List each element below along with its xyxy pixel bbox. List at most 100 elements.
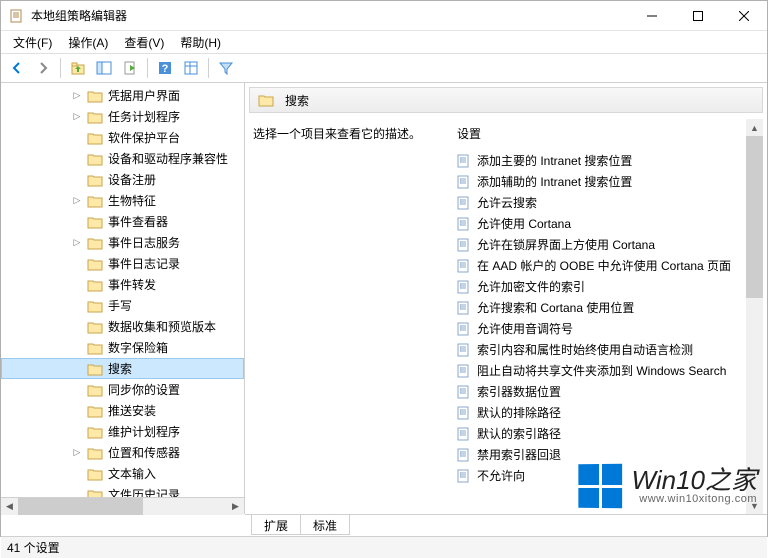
statusbar: 41 个设置 xyxy=(1,536,767,558)
tree-item[interactable]: 搜索 xyxy=(1,358,244,379)
chevron-right-icon[interactable]: ▷ xyxy=(71,90,83,102)
chevron-right-icon[interactable]: ▷ xyxy=(71,195,83,207)
setting-item[interactable]: 允许在锁屏界面上方使用 Cortana xyxy=(449,234,763,255)
folder-icon xyxy=(87,467,103,481)
setting-item[interactable]: 添加主要的 Intranet 搜索位置 xyxy=(449,150,763,171)
tree-item[interactable]: 维护计划程序 xyxy=(1,421,244,442)
setting-item[interactable]: 阻止自动将共享文件夹添加到 Windows Search xyxy=(449,360,763,381)
menu-file[interactable]: 文件(F) xyxy=(5,32,60,53)
scroll-up-icon[interactable]: ▲ xyxy=(746,119,763,136)
tree-item[interactable]: ▷ 生物特征 xyxy=(1,190,244,211)
setting-item[interactable]: 索引器数据位置 xyxy=(449,381,763,402)
setting-item[interactable]: 索引内容和属性时始终使用自动语言检测 xyxy=(449,339,763,360)
tab-extended[interactable]: 扩展 xyxy=(251,515,301,535)
scroll-left-icon[interactable]: ◀ xyxy=(1,498,18,515)
scroll-thumb[interactable] xyxy=(746,136,763,298)
settings-list: 添加主要的 Intranet 搜索位置添加辅助的 Intranet 搜索位置允许… xyxy=(449,150,763,514)
titlebar: 本地组策略编辑器 xyxy=(1,1,767,31)
export-button[interactable] xyxy=(118,56,142,80)
tree-item-label: 生物特征 xyxy=(108,192,156,209)
setting-item[interactable]: 允许加密文件的索引 xyxy=(449,276,763,297)
scroll-down-icon[interactable]: ▼ xyxy=(746,497,763,514)
tree-item[interactable]: 设备注册 xyxy=(1,169,244,190)
chevron-right-icon[interactable]: ▷ xyxy=(71,447,83,459)
maximize-button[interactable] xyxy=(675,1,721,31)
setting-item[interactable]: 默认的索引路径 xyxy=(449,423,763,444)
policy-icon xyxy=(457,238,471,252)
scroll-thumb[interactable] xyxy=(18,498,143,515)
menu-help[interactable]: 帮助(H) xyxy=(172,32,229,53)
folder-icon xyxy=(87,110,103,124)
tree-item[interactable]: 数据收集和预览版本 xyxy=(1,316,244,337)
forward-button[interactable] xyxy=(31,56,55,80)
tree-item[interactable]: 数字保险箱 xyxy=(1,337,244,358)
folder-icon xyxy=(87,341,103,355)
folder-icon xyxy=(87,89,103,103)
tree-item[interactable]: ▷凭据用户界面 xyxy=(1,85,244,106)
toolbar: ? xyxy=(1,53,767,83)
close-button[interactable] xyxy=(721,1,767,31)
tree-item[interactable]: 同步你的设置 xyxy=(1,379,244,400)
tree-item[interactable]: 文本输入 xyxy=(1,463,244,484)
show-hide-tree-button[interactable] xyxy=(92,56,116,80)
tree-item[interactable]: ▷事件日志服务 xyxy=(1,232,244,253)
setting-item[interactable]: 允许搜索和 Cortana 使用位置 xyxy=(449,297,763,318)
policy-icon xyxy=(457,469,471,483)
tree-panel: ▷凭据用户界面▷任务计划程序软件保护平台设备和驱动程序兼容性设备注册 ▷ 生物特征事… xyxy=(1,83,245,514)
scroll-track[interactable] xyxy=(18,498,227,515)
filter-button[interactable] xyxy=(214,56,238,80)
tree: ▷凭据用户界面▷任务计划程序软件保护平台设备和驱动程序兼容性设备注册 ▷ 生物特征事… xyxy=(1,83,244,497)
setting-label: 在 AAD 帐户的 OOBE 中允许使用 Cortana 页面 xyxy=(477,257,731,274)
menu-action[interactable]: 操作(A) xyxy=(60,32,116,53)
chevron-right-icon[interactable]: ▷ xyxy=(71,111,83,123)
setting-item[interactable]: 默认的排除路径 xyxy=(449,402,763,423)
tree-scroll[interactable]: ▷凭据用户界面▷任务计划程序软件保护平台设备和驱动程序兼容性设备注册 ▷ 生物特征事… xyxy=(1,83,244,497)
up-button[interactable] xyxy=(66,56,90,80)
tab-standard[interactable]: 标准 xyxy=(300,515,350,535)
settings-vscrollbar[interactable]: ▲ ▼ xyxy=(746,119,763,514)
policy-icon xyxy=(457,280,471,294)
policy-icon xyxy=(457,364,471,378)
tabs-row: 扩展 标准 xyxy=(245,514,767,536)
setting-item[interactable]: 禁用索引器回退 xyxy=(449,444,763,465)
setting-label: 添加主要的 Intranet 搜索位置 xyxy=(477,152,632,169)
folder-icon xyxy=(87,488,103,498)
scroll-right-icon[interactable]: ▶ xyxy=(227,498,244,515)
folder-icon xyxy=(87,404,103,418)
policy-icon xyxy=(457,385,471,399)
tree-item[interactable]: 推送安装 xyxy=(1,400,244,421)
tree-item[interactable]: 文件历史记录 xyxy=(1,484,244,497)
setting-label: 索引内容和属性时始终使用自动语言检测 xyxy=(477,341,693,358)
back-button[interactable] xyxy=(5,56,29,80)
properties-button[interactable] xyxy=(179,56,203,80)
tree-item[interactable]: 事件转发 xyxy=(1,274,244,295)
tree-item[interactable]: ▷位置和传感器 xyxy=(1,442,244,463)
setting-label: 允许使用 Cortana xyxy=(477,215,571,232)
main-area: ▷凭据用户界面▷任务计划程序软件保护平台设备和驱动程序兼容性设备注册 ▷ 生物特征事… xyxy=(1,83,767,514)
setting-item[interactable]: 在 AAD 帐户的 OOBE 中允许使用 Cortana 页面 xyxy=(449,255,763,276)
toolbar-separator xyxy=(60,58,61,78)
status-text: 41 个设置 xyxy=(7,539,60,556)
tree-hscrollbar[interactable]: ◀ ▶ xyxy=(1,497,244,514)
help-button[interactable]: ? xyxy=(153,56,177,80)
folder-icon xyxy=(87,446,103,460)
setting-item[interactable]: 不允许向 xyxy=(449,465,763,486)
settings-header[interactable]: 设置 xyxy=(449,119,763,150)
scroll-track[interactable] xyxy=(746,136,763,497)
folder-icon xyxy=(258,93,274,107)
tree-item[interactable]: 软件保护平台 xyxy=(1,127,244,148)
setting-item[interactable]: 允许云搜索 xyxy=(449,192,763,213)
tree-item-label: 事件转发 xyxy=(108,276,156,293)
chevron-right-icon[interactable]: ▷ xyxy=(71,237,83,249)
tree-item[interactable]: 手写 xyxy=(1,295,244,316)
setting-item[interactable]: 允许使用音调符号 xyxy=(449,318,763,339)
tree-item[interactable]: ▷任务计划程序 xyxy=(1,106,244,127)
minimize-button[interactable] xyxy=(629,1,675,31)
tree-item[interactable]: 设备和驱动程序兼容性 xyxy=(1,148,244,169)
tree-item[interactable]: 事件日志记录 xyxy=(1,253,244,274)
tree-item[interactable]: 事件查看器 xyxy=(1,211,244,232)
setting-item[interactable]: 添加辅助的 Intranet 搜索位置 xyxy=(449,171,763,192)
menu-view[interactable]: 查看(V) xyxy=(116,32,172,53)
setting-item[interactable]: 允许使用 Cortana xyxy=(449,213,763,234)
policy-icon xyxy=(457,301,471,315)
